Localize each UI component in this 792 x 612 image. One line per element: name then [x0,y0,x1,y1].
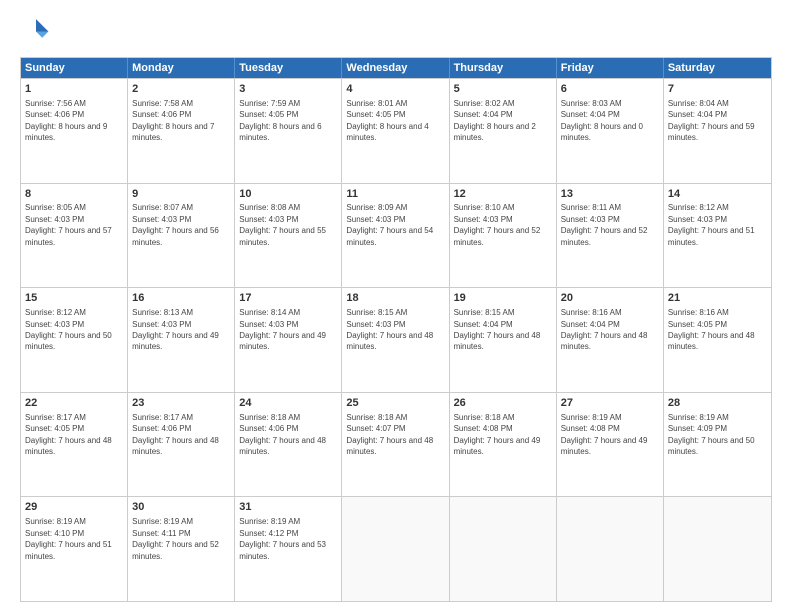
calendar-cell: 6Sunrise: 8:03 AMSunset: 4:04 PMDaylight… [557,79,664,183]
logo [20,16,54,49]
calendar: SundayMondayTuesdayWednesdayThursdayFrid… [20,57,772,602]
calendar-cell: 28Sunrise: 8:19 AMSunset: 4:09 PMDayligh… [664,393,771,497]
calendar-page: SundayMondayTuesdayWednesdayThursdayFrid… [0,0,792,612]
header [20,16,772,49]
calendar-cell: 11Sunrise: 8:09 AMSunset: 4:03 PMDayligh… [342,184,449,288]
header-day-saturday: Saturday [664,58,771,78]
calendar-row: 1Sunrise: 7:56 AMSunset: 4:06 PMDaylight… [21,78,771,183]
logo-icon [22,16,50,44]
calendar-body: 1Sunrise: 7:56 AMSunset: 4:06 PMDaylight… [21,78,771,601]
calendar-cell: 18Sunrise: 8:15 AMSunset: 4:03 PMDayligh… [342,288,449,392]
calendar-row: 8Sunrise: 8:05 AMSunset: 4:03 PMDaylight… [21,183,771,288]
calendar-cell: 17Sunrise: 8:14 AMSunset: 4:03 PMDayligh… [235,288,342,392]
calendar-cell: 23Sunrise: 8:17 AMSunset: 4:06 PMDayligh… [128,393,235,497]
header-day-sunday: Sunday [21,58,128,78]
header-day-tuesday: Tuesday [235,58,342,78]
calendar-row: 29Sunrise: 8:19 AMSunset: 4:10 PMDayligh… [21,496,771,601]
header-day-friday: Friday [557,58,664,78]
calendar-cell: 16Sunrise: 8:13 AMSunset: 4:03 PMDayligh… [128,288,235,392]
calendar-cell: 29Sunrise: 8:19 AMSunset: 4:10 PMDayligh… [21,497,128,601]
calendar-cell: 12Sunrise: 8:10 AMSunset: 4:03 PMDayligh… [450,184,557,288]
calendar-cell: 21Sunrise: 8:16 AMSunset: 4:05 PMDayligh… [664,288,771,392]
header-day-monday: Monday [128,58,235,78]
calendar-cell [450,497,557,601]
calendar-cell: 10Sunrise: 8:08 AMSunset: 4:03 PMDayligh… [235,184,342,288]
calendar-cell: 5Sunrise: 8:02 AMSunset: 4:04 PMDaylight… [450,79,557,183]
calendar-cell: 15Sunrise: 8:12 AMSunset: 4:03 PMDayligh… [21,288,128,392]
calendar-cell: 13Sunrise: 8:11 AMSunset: 4:03 PMDayligh… [557,184,664,288]
calendar-cell [342,497,449,601]
calendar-cell: 31Sunrise: 8:19 AMSunset: 4:12 PMDayligh… [235,497,342,601]
calendar-cell: 26Sunrise: 8:18 AMSunset: 4:08 PMDayligh… [450,393,557,497]
calendar-cell: 7Sunrise: 8:04 AMSunset: 4:04 PMDaylight… [664,79,771,183]
calendar-cell: 3Sunrise: 7:59 AMSunset: 4:05 PMDaylight… [235,79,342,183]
calendar-cell: 20Sunrise: 8:16 AMSunset: 4:04 PMDayligh… [557,288,664,392]
calendar-cell: 4Sunrise: 8:01 AMSunset: 4:05 PMDaylight… [342,79,449,183]
calendar-row: 15Sunrise: 8:12 AMSunset: 4:03 PMDayligh… [21,287,771,392]
calendar-cell: 27Sunrise: 8:19 AMSunset: 4:08 PMDayligh… [557,393,664,497]
calendar-cell: 19Sunrise: 8:15 AMSunset: 4:04 PMDayligh… [450,288,557,392]
header-day-wednesday: Wednesday [342,58,449,78]
calendar-cell: 25Sunrise: 8:18 AMSunset: 4:07 PMDayligh… [342,393,449,497]
calendar-cell: 22Sunrise: 8:17 AMSunset: 4:05 PMDayligh… [21,393,128,497]
calendar-row: 22Sunrise: 8:17 AMSunset: 4:05 PMDayligh… [21,392,771,497]
calendar-cell: 2Sunrise: 7:58 AMSunset: 4:06 PMDaylight… [128,79,235,183]
calendar-cell [664,497,771,601]
calendar-header: SundayMondayTuesdayWednesdayThursdayFrid… [21,58,771,78]
calendar-cell: 24Sunrise: 8:18 AMSunset: 4:06 PMDayligh… [235,393,342,497]
calendar-cell: 8Sunrise: 8:05 AMSunset: 4:03 PMDaylight… [21,184,128,288]
header-day-thursday: Thursday [450,58,557,78]
calendar-cell: 9Sunrise: 8:07 AMSunset: 4:03 PMDaylight… [128,184,235,288]
calendar-cell: 30Sunrise: 8:19 AMSunset: 4:11 PMDayligh… [128,497,235,601]
calendar-cell: 1Sunrise: 7:56 AMSunset: 4:06 PMDaylight… [21,79,128,183]
calendar-cell [557,497,664,601]
calendar-cell: 14Sunrise: 8:12 AMSunset: 4:03 PMDayligh… [664,184,771,288]
